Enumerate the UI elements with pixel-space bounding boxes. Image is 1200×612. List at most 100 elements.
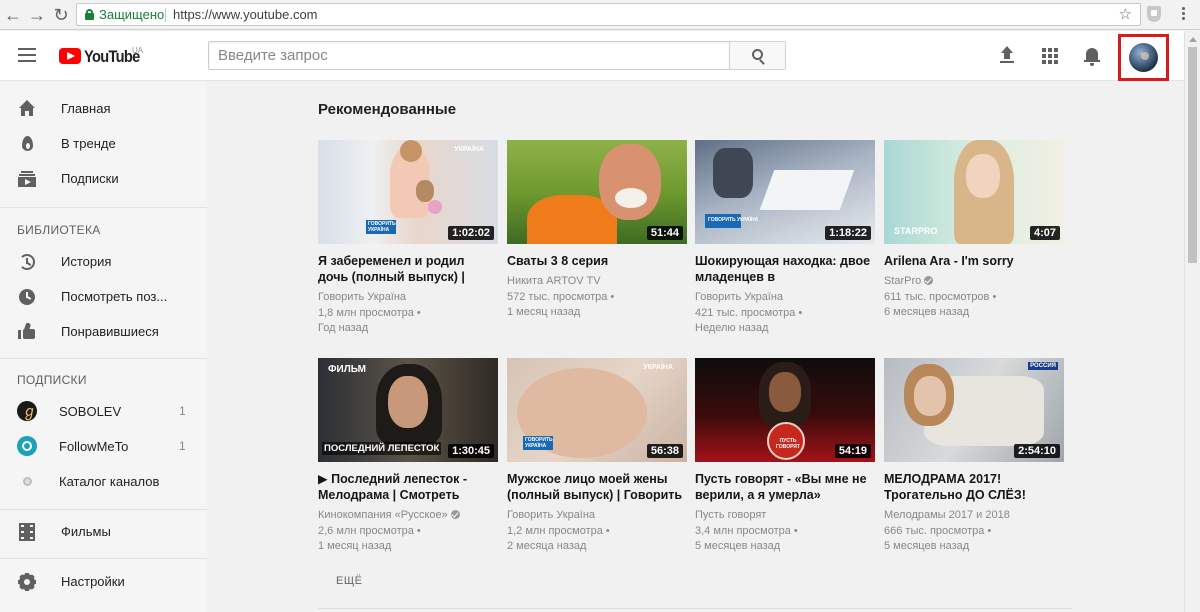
channel-name[interactable]: Пусть говорят (695, 509, 766, 521)
sidebar-item-trending[interactable]: В тренде (0, 126, 207, 161)
bookmark-star-icon[interactable]: ☆ (1119, 4, 1132, 25)
sidebar-channel-followmeto[interactable]: FollowMeTo 1 (0, 429, 207, 464)
video-title[interactable]: Мужское лицо моей жены (полный выпуск) |… (507, 471, 687, 503)
thumbs-up-icon (18, 322, 36, 341)
sidebar-item-label: Понравившиеся (61, 324, 159, 339)
video-title[interactable]: МЕЛОДРАМА 2017! Трогательно ДО СЛЁЗ! (884, 471, 1064, 503)
video-age: 1 месяц назад (507, 306, 581, 318)
sidebar-item-history[interactable]: История (0, 244, 207, 279)
home-icon (18, 100, 36, 118)
guide-menu-icon[interactable] (18, 48, 36, 62)
video-thumbnail[interactable]: УКРАЇНА ГОВОРИТЬ УКРАЇНА 1:02:02 (318, 140, 498, 244)
video-title[interactable]: Я забеременел и родил дочь (полный выпус… (318, 253, 498, 285)
video-views: 1,8 млн просмотра • (318, 306, 421, 319)
sidebar-item-label: Фильмы (61, 524, 111, 539)
lock-icon (85, 9, 94, 20)
video-thumbnail[interactable]: РОССИЯ 2:54:10 (884, 358, 1064, 462)
channel-name[interactable]: Говорить Україна (695, 291, 783, 303)
add-circle-icon (23, 477, 32, 486)
video-views: 3,4 млн просмотра • (695, 524, 798, 537)
video-thumbnail[interactable]: ГОВОРИТЬ УКРАЇНА 1:18:22 (695, 140, 875, 244)
video-channel[interactable]: StarPro (884, 274, 1064, 290)
avatar-highlight (1118, 34, 1169, 81)
video-channel[interactable]: Говорить Україна (507, 508, 687, 524)
url-text[interactable]: https://www.youtube.com (173, 4, 318, 25)
video-card[interactable]: ПУСТЬ ГОВОРЯТ 54:19 Пусть говорят - «Вы … (695, 358, 875, 555)
video-age: 5 месяцев назад (884, 540, 970, 552)
sidebar-item-home[interactable]: Главная (0, 91, 207, 126)
video-channel[interactable]: Говорить Україна (695, 290, 875, 306)
video-thumbnail[interactable]: STARPRO 4:07 (884, 140, 1064, 244)
forward-arrow-icon[interactable]: → (26, 4, 48, 26)
secure-label: Защищено (99, 7, 165, 22)
video-channel[interactable]: Кинокомпания «Русское» (318, 508, 498, 524)
reload-icon[interactable]: ↻ (50, 4, 72, 26)
channel-name[interactable]: Никита ARTOV TV (507, 275, 601, 287)
sidebar-item-channel-catalog[interactable]: Каталог каналов (0, 464, 207, 499)
thumbnail-show-logo: ПУСТЬ ГОВОРЯТ (776, 438, 800, 450)
video-card[interactable]: ГОВОРИТЬ УКРАЇНА 1:18:22 Шокирующая нахо… (695, 140, 875, 337)
video-card[interactable]: УКРАЇНА ГОВОРИТЬ УКРАЇНА 1:02:02 Я забер… (318, 140, 498, 337)
gear-icon (14, 569, 40, 595)
video-title[interactable]: Arilena Ara - I'm sorry (884, 253, 1064, 269)
video-card[interactable]: 51:44 Сваты 3 8 серия Никита ARTOV TV 57… (507, 140, 687, 321)
video-title[interactable]: Шокирующая находка: двое младенцев в (695, 253, 875, 285)
video-thumbnail[interactable]: 51:44 (507, 140, 687, 244)
sidebar-item-watch-later[interactable]: Посмотреть поз... (0, 279, 207, 314)
video-thumbnail[interactable]: ФИЛЬМ ПОСЛЕДНИЙ ЛЕПЕСТОК 1:30:45 (318, 358, 498, 462)
extension-shield-icon[interactable] (1147, 6, 1161, 22)
video-duration: 54:19 (834, 444, 871, 458)
video-title[interactable]: ▶ Последний лепесток - Мелодрама | Смотр… (318, 471, 498, 503)
video-card[interactable]: ФИЛЬМ ПОСЛЕДНИЙ ЛЕПЕСТОК 1:30:45 ▶ После… (318, 358, 498, 555)
channel-name[interactable]: Говорить Україна (507, 509, 595, 521)
flame-icon (18, 135, 36, 153)
video-channel[interactable]: Никита ARTOV TV (507, 274, 687, 290)
page-scrollbar[interactable] (1184, 31, 1200, 612)
sidebar-divider (0, 207, 207, 208)
sidebar-divider (0, 358, 207, 359)
sidebar-item-liked[interactable]: Понравившиеся (0, 314, 207, 349)
video-card[interactable]: STARPRO 4:07 Arilena Ara - I'm sorry Sta… (884, 140, 1064, 321)
browser-menu-icon[interactable] (1180, 5, 1186, 23)
sidebar-channel-sobolev[interactable]: SOBOLEV 1 (0, 394, 207, 429)
video-card[interactable]: УКРАЇНА ГОВОРИТЬ УКРАЇНА 56:38 Мужское л… (507, 358, 687, 555)
search-button[interactable] (729, 41, 786, 70)
sidebar-divider (0, 558, 207, 559)
thumbnail-channel-tag: РОССИЯ (1028, 362, 1058, 370)
video-duration: 1:18:22 (825, 226, 871, 240)
search-input[interactable] (208, 41, 729, 70)
sidebar-item-subscriptions[interactable]: Подписки (0, 161, 207, 196)
video-channel[interactable]: Говорить Україна (318, 290, 498, 306)
channel-name[interactable]: Мелодрамы 2017 и 2018 (884, 509, 1010, 521)
video-views: 421 тыс. просмотра • (695, 306, 803, 319)
video-thumbnail[interactable]: ПУСТЬ ГОВОРЯТ 54:19 (695, 358, 875, 462)
address-bar[interactable]: Защищено https://www.youtube.com ☆ (76, 3, 1141, 26)
scroll-thumb[interactable] (1188, 47, 1197, 263)
section-title[interactable]: Рекомендованные (318, 101, 456, 118)
scroll-up-arrow-icon[interactable] (1189, 37, 1197, 42)
video-views: 1,2 млн просмотра • (507, 524, 610, 537)
video-thumbnail[interactable]: УКРАЇНА ГОВОРИТЬ УКРАЇНА 56:38 (507, 358, 687, 462)
video-title[interactable]: Сваты 3 8 серия (507, 253, 687, 269)
video-card[interactable]: РОССИЯ 2:54:10 МЕЛОДРАМА 2017! Трогатель… (884, 358, 1064, 555)
masthead: YouTube UA (0, 31, 1184, 81)
section-divider (318, 608, 1072, 609)
sidebar-item-settings[interactable]: Настройки (0, 564, 207, 599)
notifications-bell-icon[interactable] (1084, 46, 1100, 66)
channel-name[interactable]: Говорить Україна (318, 291, 406, 303)
video-views: 2,6 млн просмотра • (318, 524, 421, 537)
show-more-button[interactable]: ЕЩЁ (336, 575, 363, 587)
video-title[interactable]: Пусть говорят - «Вы мне не верили, а я у… (695, 471, 875, 503)
video-duration: 4:07 (1029, 226, 1060, 240)
channel-name[interactable]: StarPro (884, 275, 921, 287)
apps-grid-icon[interactable] (1042, 48, 1058, 64)
channel-name[interactable]: Кинокомпания «Русское» (318, 509, 448, 521)
back-arrow-icon[interactable]: ← (2, 4, 24, 26)
sidebar-item-films[interactable]: Фильмы (0, 514, 207, 549)
avatar[interactable] (1129, 43, 1158, 72)
history-icon (18, 253, 36, 271)
video-channel[interactable]: Пусть говорят (695, 508, 875, 524)
upload-icon[interactable] (999, 46, 1015, 66)
thumbnail-show-logo: ГОВОРИТЬ УКРАЇНА (523, 436, 553, 450)
video-channel[interactable]: Мелодрамы 2017 и 2018 (884, 508, 1064, 524)
